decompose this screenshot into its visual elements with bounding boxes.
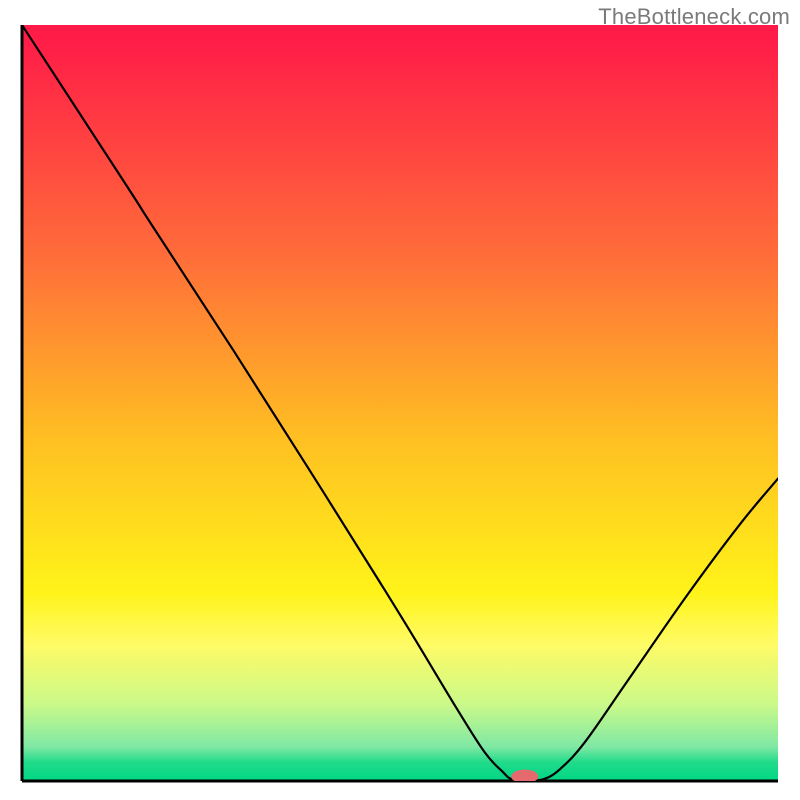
chart-container: TheBottleneck.com <box>0 0 800 800</box>
bottleneck-chart <box>0 0 800 800</box>
plot-background-gradient <box>22 25 778 781</box>
watermark-label: TheBottleneck.com <box>598 4 790 30</box>
